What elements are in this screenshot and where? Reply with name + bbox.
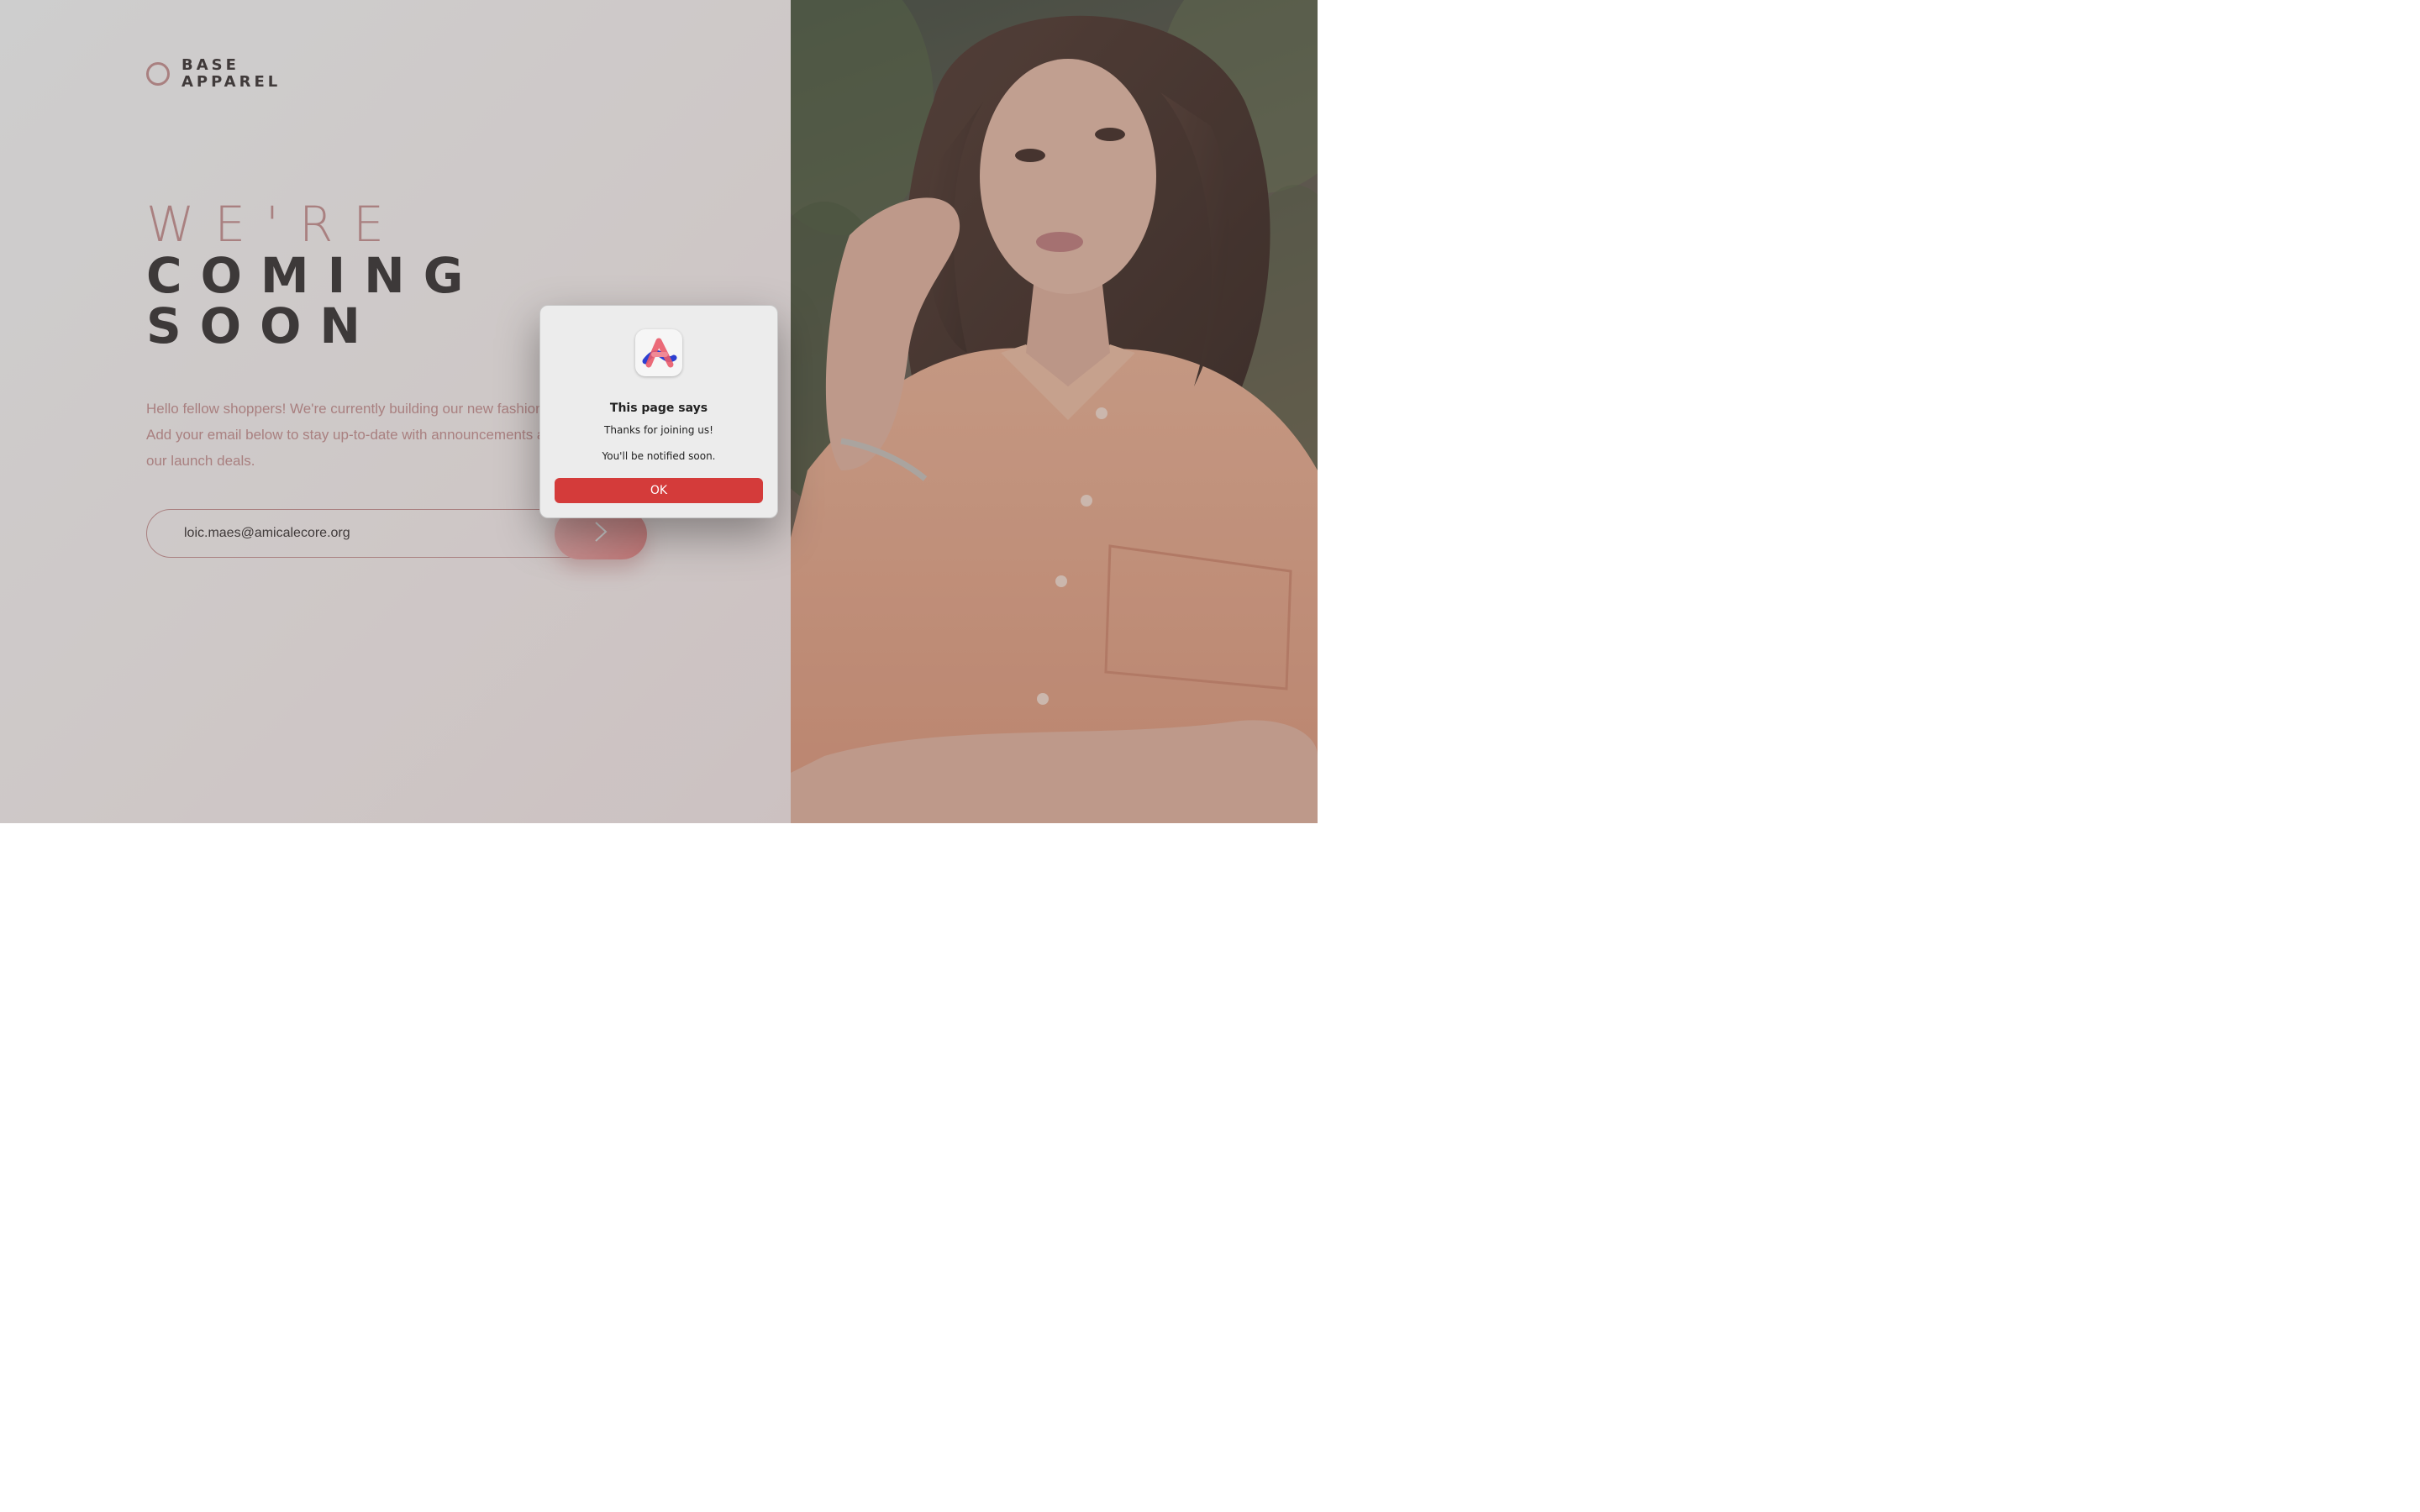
- alert-dialog: This page says Thanks for joining us! Yo…: [539, 305, 778, 518]
- dialog-message-line1: Thanks for joining us!: [604, 424, 713, 436]
- dialog-message-line2: You'll be notified soon.: [602, 450, 716, 462]
- arc-browser-icon: [635, 329, 682, 376]
- ok-button[interactable]: OK: [555, 478, 763, 503]
- dialog-title: This page says: [609, 402, 708, 415]
